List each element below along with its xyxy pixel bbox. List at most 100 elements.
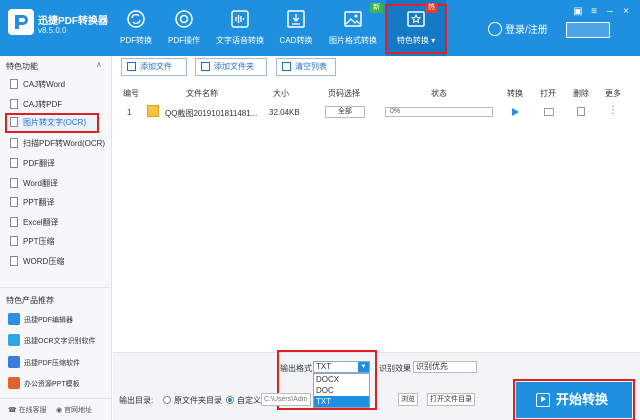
website-link[interactable]: ◉ 官网地址 [56, 405, 92, 415]
login-button[interactable]: 登录/注册 [488, 21, 548, 37]
product-pdf-compress[interactable]: 迅捷PDF压缩软件 [8, 356, 110, 372]
image-file-icon [147, 105, 159, 117]
sidebar-item-label: Excel翻译 [23, 218, 59, 227]
sidebar: 特色功能 ∧ CAJ转Word CAJ转PDF 图片转文字(OCR) 扫描PDF… [0, 56, 112, 420]
document-icon [10, 116, 18, 127]
sidebar-divider [0, 398, 112, 399]
sidebar-item-ppt-translate[interactable]: PPT翻译 [10, 195, 108, 211]
sidebar-item-label: PPT翻译 [23, 198, 55, 207]
col-open: 打开 [540, 89, 556, 98]
sidebar-item-pdf-translate[interactable]: PDF翻译 [10, 156, 108, 172]
nav-cad-convert[interactable]: CAD转换 [272, 0, 320, 56]
online-service-link[interactable]: ☎ 在线客服 [8, 405, 47, 415]
image-icon [344, 11, 362, 27]
progress-bar: 0% [385, 107, 493, 117]
document-icon [10, 157, 18, 168]
product-label: 办公资源PPT模板 [24, 381, 80, 388]
radio-custom-dir[interactable] [226, 396, 234, 404]
product-ocr[interactable]: 迅捷OCR文字识别软件 [8, 334, 110, 350]
app-version: v8.5.0.0 [38, 26, 67, 35]
document-icon [10, 137, 18, 148]
radio-original-label: 原文件夹目录 [174, 396, 222, 405]
compress-icon [8, 356, 20, 369]
close-icon[interactable]: × [620, 6, 632, 18]
sidebar-header: 特色功能 [6, 62, 38, 71]
sidebar-item-image-ocr[interactable]: 图片转文字(OCR) [10, 115, 108, 131]
col-delete: 删除 [573, 89, 589, 98]
sidebar-item-word-compress[interactable]: WORD压缩 [10, 254, 108, 270]
sidebar-item-word-translate[interactable]: Word翻译 [10, 176, 108, 192]
headset-icon: ☎ [8, 407, 19, 414]
nav-label: 文字语音转换 [216, 36, 264, 45]
window-control-highlight [566, 22, 610, 38]
col-name: 文件名称 [186, 89, 218, 98]
website-label: 官网地址 [64, 407, 93, 414]
collapse-icon[interactable]: ∧ [96, 60, 102, 69]
clear-icon [282, 62, 291, 71]
open-folder-button[interactable]: 打开文件目录 [427, 393, 475, 406]
col-size: 大小 [273, 89, 289, 98]
document-icon [10, 255, 18, 266]
col-status: 状态 [431, 89, 447, 98]
col-more: 更多 [605, 89, 621, 98]
output-path-input[interactable]: C:\Users\Adm [261, 393, 311, 406]
table-row[interactable]: 1 QQ截图2019101811481... 32.04KB 全部 0% ⋮ [113, 103, 640, 121]
minimize-icon[interactable]: – [604, 6, 616, 18]
page-select[interactable]: 全部 [325, 106, 365, 118]
add-folder-button[interactable]: 添加文件夹 [195, 58, 267, 76]
clear-list-button[interactable]: 清空列表 [276, 58, 336, 76]
app-logo [8, 9, 34, 35]
nav-pdf-operate[interactable]: PDF操作 [160, 0, 208, 56]
product-ppt-templates[interactable]: 办公资源PPT模板 [8, 377, 110, 393]
ocr-icon [8, 334, 20, 347]
product-label: 迅捷OCR文字识别软件 [24, 338, 96, 345]
sidebar-item-caj-pdf[interactable]: CAJ转PDF [10, 97, 108, 113]
browse-button[interactable]: 浏览 [398, 393, 418, 406]
product-label: 迅捷PDF编辑器 [24, 317, 73, 324]
sidebar-item-ppt-compress[interactable]: PPT压缩 [10, 234, 108, 250]
new-badge: 新 [370, 3, 383, 13]
col-convert: 转换 [507, 89, 523, 98]
app-name: 迅捷PDF转换器 [38, 16, 108, 27]
document-icon [10, 196, 18, 207]
add-file-label: 添加文件 [140, 62, 172, 71]
effect-select[interactable]: 识别优先 [413, 361, 477, 373]
col-pages: 页码选择 [328, 89, 360, 98]
product-label: 迅捷PDF压缩软件 [24, 360, 80, 367]
sidebar-item-label: CAJ转PDF [23, 100, 63, 109]
folder-icon[interactable] [544, 108, 554, 116]
trash-icon[interactable] [577, 107, 585, 116]
skin-icon[interactable]: ▣ [572, 6, 584, 18]
nav-text-speech[interactable]: 文字语音转换 [208, 0, 272, 56]
nav-label: PDF转换 [120, 36, 152, 45]
radio-custom-label: 自定义: [237, 396, 264, 405]
row-filename: QQ截图2019101811481... [165, 109, 258, 118]
play-icon[interactable] [512, 108, 519, 116]
sidebar-item-label: Word翻译 [23, 179, 58, 188]
table-header: 编号 文件名称 大小 页码选择 状态 转换 打开 删除 更多 [113, 86, 640, 100]
row-size: 32.04KB [269, 108, 300, 117]
add-file-icon [127, 62, 136, 71]
nav-label: 图片格式转换 [329, 36, 377, 45]
more-icon[interactable]: ⋮ [608, 105, 618, 116]
document-icon [10, 177, 18, 188]
cad-icon [287, 10, 305, 28]
annotation-highlight-start [513, 379, 635, 420]
sidebar-item-label: 图片转文字(OCR) [23, 118, 87, 127]
radio-original-dir[interactable] [163, 396, 171, 404]
clear-list-label: 清空列表 [295, 62, 327, 71]
col-index: 编号 [123, 89, 139, 98]
add-file-button[interactable]: 添加文件 [121, 58, 187, 76]
sidebar-item-label: WORD压缩 [23, 257, 65, 266]
sidebar-item-excel-translate[interactable]: Excel翻译 [10, 215, 108, 231]
sidebar-item-caj-word[interactable]: CAJ转Word [10, 77, 108, 93]
pdf-editor-icon [8, 313, 20, 326]
document-icon [10, 98, 18, 109]
product-pdf-editor[interactable]: 迅捷PDF编辑器 [8, 313, 110, 329]
refresh-icon [127, 10, 145, 28]
products-header: 特色产品推荐 [6, 296, 54, 305]
menu-icon[interactable]: ≡ [588, 6, 600, 18]
nav-pdf-convert[interactable]: PDF转换 [112, 0, 160, 56]
document-icon [10, 216, 18, 227]
sidebar-item-scan-pdf-word[interactable]: 扫描PDF转Word(OCR) [10, 136, 108, 152]
